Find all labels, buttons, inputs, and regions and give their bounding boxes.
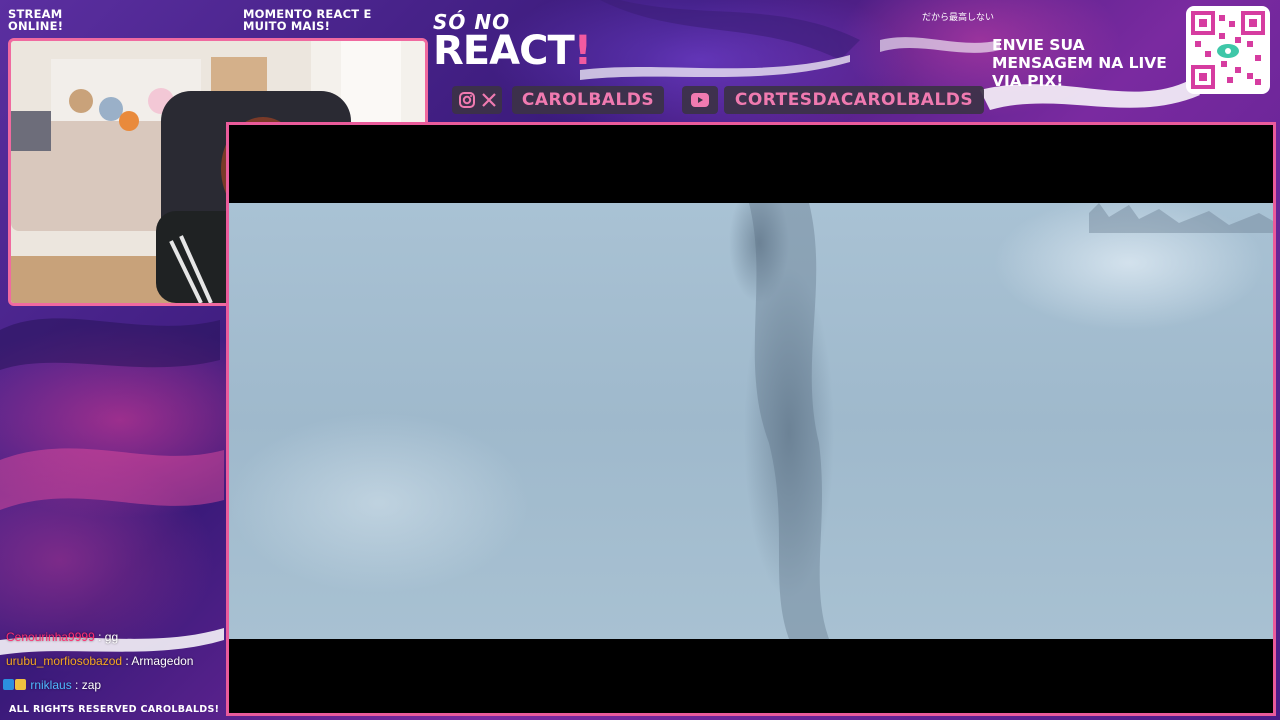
youtube-channel-pill[interactable]: CORTESDACAROLBALDS	[724, 86, 984, 114]
youtube-pill[interactable]	[682, 86, 718, 114]
logo-main-text: REACT!	[433, 28, 592, 74]
chat-username[interactable]: Cenourinha9999	[6, 630, 95, 644]
chat-text: Armagedon	[131, 654, 194, 668]
japanese-text: だから最高しない	[922, 13, 995, 23]
pix-qr-code[interactable]	[1186, 6, 1270, 94]
chat-message: urubu_morfiosobazod : Armagedon	[6, 654, 194, 668]
react-promo-text: MOMENTO REACT E MUITO MAIS!	[243, 7, 372, 33]
social-handle-pill[interactable]: CAROLBALDS	[512, 86, 664, 114]
video-player[interactable]	[226, 122, 1276, 716]
qr-code-icon	[1191, 11, 1265, 89]
pix-message-text: ENVIE SUA MENSAGEM NA LIVE VIA PIX!	[992, 36, 1167, 90]
x-icon[interactable]	[481, 92, 497, 108]
chat-username[interactable]: rniklaus	[30, 678, 71, 692]
logo-react-word: REACT	[433, 28, 575, 74]
social-icons-pill	[452, 86, 502, 114]
sub-badge-icon	[15, 679, 26, 690]
chat-username[interactable]: urubu_morfiosobazod	[6, 654, 122, 668]
chat-text: zap	[81, 678, 102, 692]
youtube-icon	[691, 93, 709, 107]
prime-badge-icon	[3, 679, 14, 690]
chat-message: Cenourinha9999 : gg	[6, 630, 119, 644]
chat-text: gg	[104, 630, 119, 644]
video-snow-scene	[749, 203, 1273, 639]
stream-status-text: STREAM ONLINE!	[8, 7, 64, 33]
social-handle-text: CAROLBALDS	[521, 90, 655, 110]
footer-copyright: ALL RIGHTS RESERVED CAROLBALDS!	[9, 704, 220, 715]
logo-exclamation: !	[573, 28, 592, 74]
chat-box: Cenourinha9999 : gg urubu_morfiosobazod …	[0, 628, 224, 700]
youtube-channel-text: CORTESDACAROLBALDS	[734, 90, 974, 110]
video-content	[229, 203, 1273, 639]
react-logo: SÓ NO REACT!	[433, 6, 593, 76]
instagram-icon[interactable]	[458, 91, 476, 109]
chat-message: rniklaus : zap	[3, 678, 101, 692]
